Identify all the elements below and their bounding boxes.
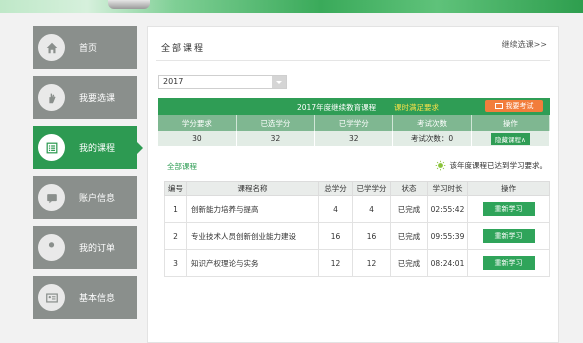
table-row: 3 知识产权理论与实务 12 12 已完成 08:24:01 重新学习 — [164, 249, 550, 277]
table-row: 1 创新能力培养与提高 4 4 已完成 02:55:42 重新学习 — [164, 195, 550, 223]
row-id: 3 — [164, 249, 187, 277]
hide-courses-button[interactable]: 隐藏课程∧ — [490, 132, 530, 145]
col-header: 课程名称 — [186, 181, 319, 196]
exam-icon — [494, 103, 503, 109]
chevron-down-icon[interactable] — [272, 76, 286, 88]
learned-credits: 4 — [352, 195, 391, 223]
exam-button[interactable]: 我要考试 — [485, 100, 543, 112]
sidebar-item-label: 首页 — [79, 44, 98, 54]
summary-panel: 2017年度继续教育课程 课时满足要求 我要考试 学分要求 已选学分 已学学分 … — [158, 98, 551, 146]
page-title: 全部课程 — [161, 44, 206, 54]
summary-table: 学分要求 已选学分 已学学分 考试次数 操作 30 32 32 考试次数：0 隐… — [158, 115, 551, 146]
year-select-value: 2017 — [163, 77, 184, 86]
row-id: 2 — [164, 222, 187, 250]
sidebar-item-select-course[interactable]: 我要选课 — [33, 76, 137, 119]
sidebar-item-label: 基本信息 — [79, 294, 116, 304]
top-banner — [0, 0, 583, 13]
summary-action-cell: 隐藏课程∧ — [471, 131, 551, 146]
summary-cell: 32 — [314, 131, 394, 146]
relearn-button[interactable]: 重新学习 — [482, 229, 535, 243]
total-credits: 4 — [318, 195, 353, 223]
action-cell: 重新学习 — [467, 222, 550, 250]
id-card-icon — [38, 284, 65, 311]
year-select[interactable]: 2017 — [158, 75, 287, 89]
sidebar-item-basic-info[interactable]: 基本信息 — [33, 276, 137, 319]
message-icon — [38, 184, 65, 211]
sidebar-item-label: 我要选课 — [79, 94, 116, 104]
action-cell: 重新学习 — [467, 195, 550, 223]
wrench-icon — [38, 234, 65, 261]
sidebar-item-label: 账户信息 — [79, 194, 116, 204]
status: 已完成 — [390, 249, 428, 277]
list-icon — [38, 134, 65, 161]
col-header: 操作 — [467, 181, 550, 196]
summary-header: 2017年度继续教育课程 课时满足要求 我要考试 — [158, 98, 550, 115]
status: 已完成 — [390, 222, 428, 250]
status: 已完成 — [390, 195, 428, 223]
laptop-image — [108, 0, 150, 9]
summary-header-cell: 已选学分 — [236, 115, 316, 131]
lightbulb-icon — [435, 160, 445, 171]
sidebar: 首页 我要选课 我的课程 账户信息 我的订单 基本信息 — [33, 26, 143, 326]
table-header-row: 编号 课程名称 总学分 已学学分 状态 学习时长 操作 — [164, 181, 550, 196]
summary-header-cell: 考试次数 — [392, 115, 472, 131]
summary-header-cell: 操作 — [471, 115, 551, 131]
summary-cell: 30 — [158, 131, 237, 146]
note-text: 该年度课程已达到学习要求。 — [449, 161, 548, 170]
action-cell: 重新学习 — [467, 249, 550, 277]
course-name: 专业技术人员创新创业能力建设 — [186, 222, 319, 250]
summary-cell: 考试次数：0 — [392, 131, 472, 146]
col-header: 总学分 — [318, 181, 353, 196]
summary-header-cell: 学分要求 — [158, 115, 237, 131]
continue-select-link[interactable]: 继续选课>> — [502, 39, 547, 50]
duration: 09:55:39 — [427, 222, 468, 250]
home-icon — [38, 34, 65, 61]
learned-credits: 12 — [352, 249, 391, 277]
requirement-note: 该年度课程已达到学习要求。 — [435, 160, 548, 171]
col-header: 编号 — [164, 181, 187, 196]
col-header: 状态 — [390, 181, 428, 196]
sidebar-item-orders[interactable]: 我的订单 — [33, 226, 137, 269]
course-name: 知识产权理论与实务 — [186, 249, 319, 277]
all-courses-label: 全部课程 — [167, 162, 197, 171]
main-panel: 全部课程 继续选课>> 2017 2017年度继续教育课程 课时满足要求 我要考… — [147, 26, 559, 343]
sidebar-item-account[interactable]: 账户信息 — [33, 176, 137, 219]
summary-heading: 2017年度继续教育课程 — [297, 103, 377, 112]
relearn-button[interactable]: 重新学习 — [482, 256, 535, 270]
duration: 02:55:42 — [427, 195, 468, 223]
summary-cell: 32 — [236, 131, 316, 146]
exam-button-label: 我要考试 — [505, 102, 534, 110]
sidebar-item-label: 我的课程 — [79, 144, 116, 154]
summary-status: 课时满足要求 — [394, 103, 439, 112]
hand-icon — [38, 84, 65, 111]
col-header: 学习时长 — [427, 181, 468, 196]
total-credits: 16 — [318, 222, 353, 250]
total-credits: 12 — [318, 249, 353, 277]
relearn-button[interactable]: 重新学习 — [482, 202, 535, 216]
col-header: 已学学分 — [352, 181, 391, 196]
table-row: 2 专业技术人员创新创业能力建设 16 16 已完成 09:55:39 重新学习 — [164, 222, 550, 250]
sidebar-item-label: 我的订单 — [79, 244, 116, 254]
course-name: 创新能力培养与提高 — [186, 195, 319, 223]
sidebar-item-home[interactable]: 首页 — [33, 26, 137, 69]
row-id: 1 — [164, 195, 187, 223]
sidebar-item-my-courses[interactable]: 我的课程 — [33, 126, 143, 169]
duration: 08:24:01 — [427, 249, 468, 277]
course-table: 编号 课程名称 总学分 已学学分 状态 学习时长 操作 1 创新能力培养与提高 … — [164, 181, 550, 277]
summary-header-cell: 已学学分 — [314, 115, 394, 131]
divider — [156, 60, 550, 61]
learned-credits: 16 — [352, 222, 391, 250]
